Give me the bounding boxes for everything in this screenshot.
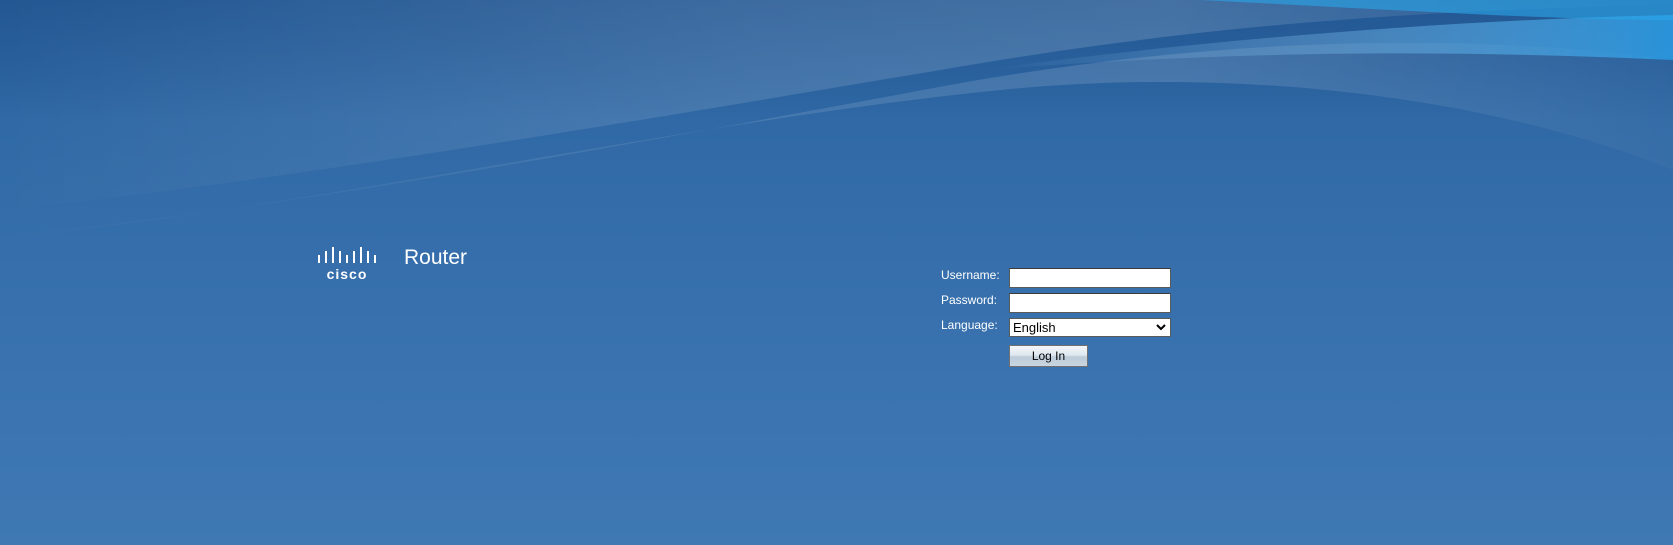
language-select[interactable]: English <box>1009 318 1171 337</box>
product-title: Router <box>404 246 468 269</box>
password-row: Password: <box>941 291 1201 316</box>
chevron-down-icon <box>1156 324 1166 331</box>
password-label: Password: <box>941 293 998 307</box>
password-input[interactable] <box>1009 293 1171 313</box>
background-swoosh <box>0 0 1673 241</box>
cisco-logo-icon: cisco <box>318 247 376 282</box>
language-row: Language: English <box>941 316 1201 341</box>
brand-wordmark: cisco <box>327 266 368 282</box>
language-selected-value: English <box>1013 320 1056 335</box>
login-button[interactable]: Log In <box>1009 345 1088 367</box>
username-label: Username: <box>941 268 1000 282</box>
login-form: Username: Password: Language: English Lo… <box>941 266 1201 367</box>
login-button-row: Log In <box>941 341 1201 367</box>
username-input[interactable] <box>1009 268 1171 288</box>
username-row: Username: <box>941 266 1201 291</box>
language-label: Language: <box>941 318 998 332</box>
